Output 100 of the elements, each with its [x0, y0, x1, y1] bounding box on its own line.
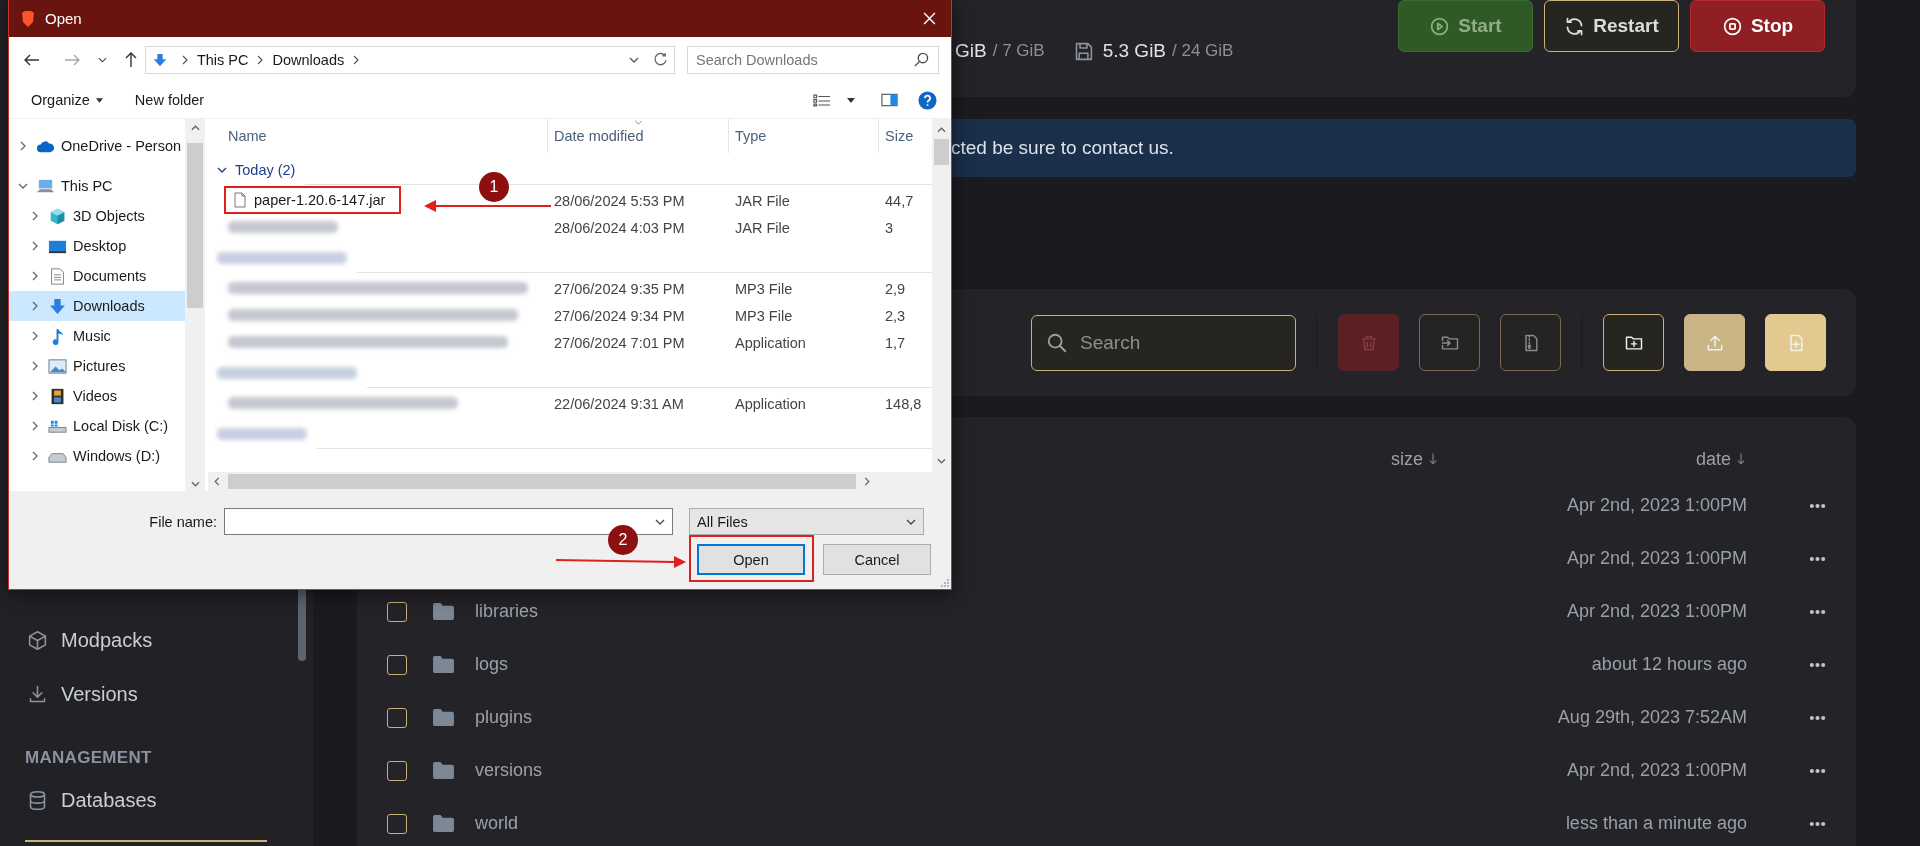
tree-item[interactable]: Downloads	[9, 291, 185, 321]
more-icon[interactable]	[1809, 661, 1826, 668]
chevron-down-icon[interactable]	[18, 181, 28, 191]
chevron-right-icon[interactable]	[30, 361, 40, 371]
close-icon[interactable]	[923, 12, 936, 25]
more-icon[interactable]	[1809, 608, 1826, 615]
scrollbar[interactable]	[208, 472, 951, 491]
scroll-down-icon[interactable]	[190, 481, 200, 487]
chevron-right-icon[interactable]	[30, 301, 40, 311]
type-cell: MP3 File	[735, 280, 793, 297]
section-heading: MANAGEMENT	[24, 747, 153, 769]
chevron-right-icon[interactable]	[30, 271, 40, 281]
scrollbar[interactable]	[185, 119, 205, 491]
sidebar-item[interactable]: Databases	[0, 773, 313, 827]
column-header[interactable]: Size	[879, 119, 932, 153]
resize-grip-icon[interactable]	[939, 577, 949, 587]
refresh-icon[interactable]	[653, 52, 668, 67]
chevron-right-icon[interactable]	[30, 241, 40, 251]
search-field[interactable]: Search	[1031, 314, 1296, 371]
scroll-up-icon[interactable]	[190, 125, 200, 131]
chevron-right-icon[interactable]	[30, 421, 40, 431]
document-icon	[48, 267, 67, 285]
new-folder-button[interactable]	[1603, 314, 1664, 371]
date-cell: Apr 2nd, 2023 1:00PM	[1566, 601, 1747, 621]
chevron-down-icon[interactable]	[97, 56, 107, 63]
sidebar-item[interactable]: Modpacks	[0, 613, 313, 667]
scroll-left-icon[interactable]	[214, 477, 220, 486]
date-cell: 28/06/2024 5:53 PM	[554, 192, 685, 209]
breadcrumb[interactable]: This PC	[196, 51, 249, 68]
folder-name[interactable]: libraries	[475, 601, 539, 622]
stop-button[interactable]: Stop	[1690, 0, 1825, 52]
sort-arrow-icon	[1429, 452, 1437, 466]
scroll-right-icon[interactable]	[864, 477, 870, 486]
date-cell: 27/06/2024 9:35 PM	[554, 280, 685, 297]
checkbox[interactable]	[387, 813, 407, 834]
column-header[interactable]: Type	[729, 119, 879, 153]
tree-item[interactable]: OneDrive - Person	[9, 131, 185, 161]
chevron-right-icon[interactable]	[18, 141, 28, 151]
column-header[interactable]: Date modified	[548, 119, 729, 153]
breadcrumb[interactable]: Downloads	[272, 51, 345, 68]
stat-total: / 24 GiB	[1172, 41, 1234, 61]
details-view-icon[interactable]	[813, 93, 831, 107]
open-button[interactable]: Open	[697, 544, 805, 575]
date-cell: about 12 hours ago	[1591, 654, 1747, 674]
chevron-right-icon[interactable]	[30, 211, 40, 221]
date-cell: Aug 29th, 2023 7:52AM	[1557, 707, 1747, 727]
tree-item[interactable]: Videos	[9, 381, 185, 411]
more-icon[interactable]	[1809, 555, 1826, 562]
column-header[interactable]: date	[1695, 448, 1731, 470]
address-bar[interactable]: This PC Downloads	[144, 45, 675, 74]
tree-item[interactable]: Desktop	[9, 231, 185, 261]
more-icon[interactable]	[1809, 820, 1826, 827]
chevron-right-icon[interactable]	[30, 331, 40, 341]
tree-item[interactable]: 3D Objects	[9, 201, 185, 231]
stat-value: GiB	[955, 40, 987, 62]
cancel-button[interactable]: Cancel	[823, 544, 931, 575]
chevron-right-icon[interactable]	[30, 451, 40, 461]
tree-item[interactable]: Windows (D:)	[9, 441, 185, 471]
scroll-down-icon[interactable]	[937, 458, 946, 464]
new-folder-button[interactable]: New folder	[124, 88, 215, 112]
help-icon[interactable]	[918, 90, 937, 110]
restart-button[interactable]: Restart	[1544, 0, 1679, 52]
more-icon[interactable]	[1809, 502, 1826, 509]
folder-name[interactable]: versions	[475, 760, 543, 781]
back-arrow-icon[interactable]	[24, 53, 40, 66]
database-icon	[27, 789, 48, 811]
group-header[interactable]: Today (2)	[217, 162, 296, 178]
tree-item[interactable]: Documents	[9, 261, 185, 291]
cube-icon	[27, 629, 48, 651]
scroll-up-icon[interactable]	[937, 127, 946, 133]
more-icon[interactable]	[1809, 767, 1826, 774]
preview-pane-icon[interactable]	[881, 93, 898, 107]
scrollbar-thumb[interactable]	[187, 143, 203, 308]
sidebar-item[interactable]: Versions	[0, 667, 313, 721]
size-cell: 148,8	[885, 395, 922, 412]
column-header[interactable]: size	[1391, 448, 1423, 470]
file-name-field[interactable]	[224, 508, 673, 535]
file-type-dropdown[interactable]: All Files	[689, 508, 924, 535]
checkbox[interactable]	[387, 601, 407, 622]
chevron-down-icon[interactable]	[629, 56, 639, 63]
column-header[interactable]: Name	[208, 119, 548, 153]
checkbox[interactable]	[387, 707, 407, 728]
checkbox[interactable]	[387, 654, 407, 675]
organize-menu[interactable]: Organize	[21, 88, 113, 112]
folder-name[interactable]: logs	[475, 654, 509, 675]
tree-item[interactable]: Music	[9, 321, 185, 351]
tree-item[interactable]: Local Disk (C:)	[9, 411, 185, 441]
folder-name[interactable]: world	[475, 813, 518, 834]
up-arrow-icon[interactable]	[124, 51, 137, 68]
search-field[interactable]: Search Downloads	[687, 45, 939, 74]
checkbox[interactable]	[387, 760, 407, 781]
tree-item[interactable]: This PC	[9, 171, 185, 201]
scrollbar-thumb[interactable]	[228, 474, 856, 489]
file-name[interactable]: paper-1.20.6-147.jar	[228, 190, 398, 210]
scrollbar[interactable]	[932, 119, 951, 472]
scrollbar-thumb[interactable]	[934, 139, 949, 165]
more-icon[interactable]	[1809, 714, 1826, 721]
tree-item[interactable]: Pictures	[9, 351, 185, 381]
folder-name[interactable]: plugins	[475, 707, 533, 728]
chevron-right-icon[interactable]	[30, 391, 40, 401]
